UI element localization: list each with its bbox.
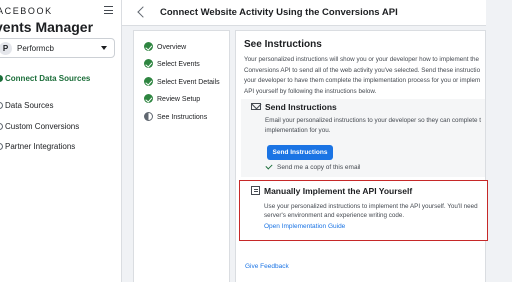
text-line: Email your personalized instructions to … (265, 117, 481, 124)
account-name: Performcb (17, 44, 54, 53)
chevron-down-icon (101, 46, 107, 50)
step-label: See Instructions (157, 114, 208, 121)
brand-logo: ACEBOOK (0, 6, 53, 16)
checkmark-icon (265, 162, 273, 170)
sidebar-item-label: Custom Conversions (5, 122, 80, 131)
data-source-icon (0, 102, 3, 109)
sidebar-item-label: Partner Integrations (5, 142, 76, 151)
sidebar-item-custom-conversions[interactable]: Custom Conversions (0, 122, 79, 131)
step-label: Select Event Details (157, 79, 220, 86)
description-line: Conversions API to send all of the web a… (244, 66, 481, 74)
send-instructions-section: Send Instructions Email your personalize… (241, 99, 485, 177)
sidebar: ACEBOOK vents Manager P Performcb Connec… (0, 0, 122, 282)
check-circle-icon (144, 59, 153, 68)
plug-icon (0, 75, 3, 82)
step-review-setup[interactable]: Review Setup (144, 94, 200, 103)
step-label: Select Events (157, 61, 200, 68)
half-circle-icon (144, 112, 153, 121)
sidebar-item-connect-data-sources[interactable]: Connect Data Sources (0, 74, 90, 83)
check-circle-icon (144, 77, 153, 86)
instructions-description: Your personalized instructions will show… (244, 55, 485, 97)
back-arrow-icon[interactable] (137, 6, 149, 18)
instructions-card: See Instructions Your personalized instr… (235, 30, 486, 282)
text-line: implementation for you. (265, 127, 331, 134)
partner-icon (0, 143, 3, 150)
open-implementation-guide-link[interactable]: Open Implementation Guide (264, 223, 345, 230)
steps-panel: Overview Select Events Select Event Deta… (133, 30, 230, 282)
page-title: Connect Website Activity Using the Conve… (160, 7, 398, 18)
manual-implementation-title: Manually Implement the API Yourself (264, 186, 413, 196)
check-circle-icon (144, 42, 153, 51)
step-label: Review Setup (157, 96, 201, 103)
send-copy-checkbox[interactable]: Send me a copy of this email (265, 162, 361, 171)
account-selector[interactable]: P Performcb (0, 38, 115, 58)
section-title: See Instructions (244, 39, 322, 50)
step-see-instructions[interactable]: See Instructions (144, 112, 207, 121)
send-copy-label: Send me a copy of this email (277, 164, 361, 171)
step-select-events[interactable]: Select Events (144, 59, 200, 68)
text-line: Use your personalized instructions to im… (264, 203, 478, 210)
text-line: server's environment and experience writ… (264, 212, 405, 219)
step-overview[interactable]: Overview (144, 42, 186, 51)
sidebar-item-data-sources[interactable]: Data Sources (0, 101, 53, 110)
send-instructions-title: Send Instructions (265, 102, 337, 112)
step-select-event-details[interactable]: Select Event Details (144, 77, 220, 86)
conversion-icon (0, 123, 3, 130)
page-header: Connect Website Activity Using the Conve… (122, 0, 486, 26)
sidebar-item-label: Connect Data Sources (5, 74, 91, 83)
manual-implementation-text: Use your personalized instructions to im… (264, 202, 486, 220)
description-line: API yourself by following the instructio… (244, 87, 377, 95)
menu-icon[interactable] (104, 6, 113, 14)
document-icon (251, 186, 260, 195)
description-line: your developer to have them complete the… (244, 77, 481, 84)
description-line: Your personalized instructions will show… (244, 56, 479, 63)
send-instructions-button[interactable]: Send Instructions (267, 145, 333, 160)
give-feedback-link[interactable]: Give Feedback (245, 263, 289, 270)
sidebar-item-label: Data Sources (5, 101, 54, 110)
avatar: P (0, 42, 12, 55)
send-instructions-text: Email your personalized instructions to … (265, 116, 485, 136)
manual-implementation-section: Manually Implement the API Yourself Use … (239, 180, 488, 241)
step-label: Overview (157, 44, 187, 51)
mail-icon (251, 103, 261, 110)
sidebar-item-partner-integrations[interactable]: Partner Integrations (0, 142, 75, 151)
app-title: vents Manager (0, 19, 94, 35)
check-circle-icon (144, 94, 153, 103)
